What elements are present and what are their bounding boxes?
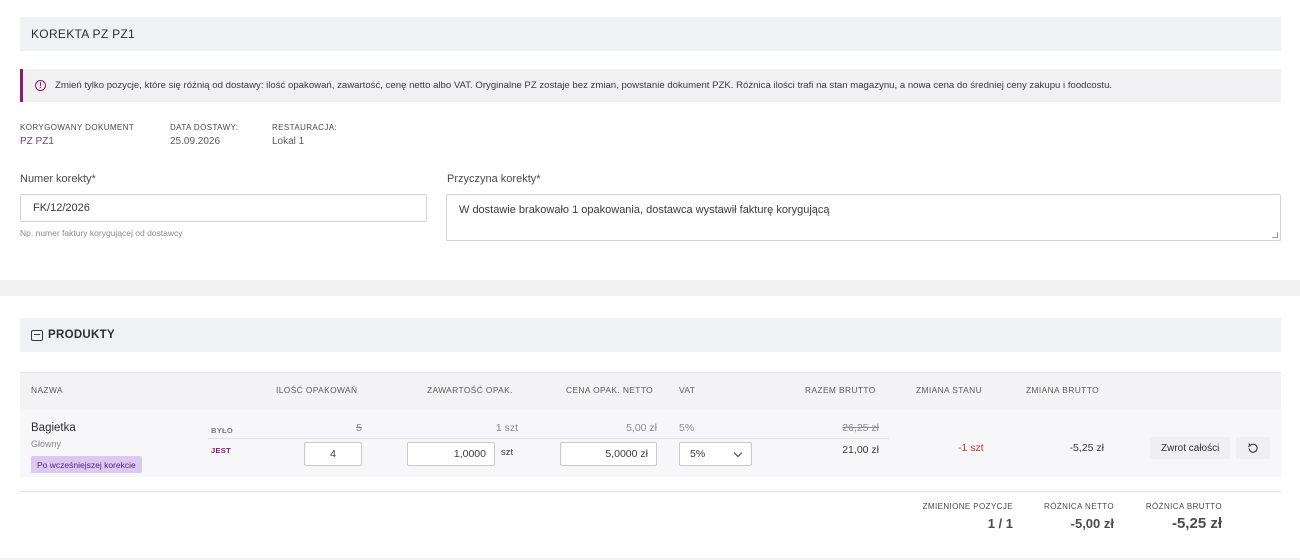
content-value: 1,0000 <box>453 448 486 460</box>
corrected-document-link[interactable]: PZ PZ1 <box>20 136 134 147</box>
notice-text: Zmień tylko pozycje, które się różnią od… <box>55 80 1113 91</box>
correction-card: KOREKTA PZ PZ1 ! Zmień tylko pozycje, kt… <box>0 0 1300 280</box>
was-gross-total: 26,25 zł <box>842 422 879 434</box>
info-icon: ! <box>35 80 46 91</box>
summary-value: 1 / 1 <box>987 516 1013 531</box>
correction-header: KOREKTA PZ PZ1 <box>20 17 1281 51</box>
summary-label: RÓŻNICA NETTO <box>1044 502 1114 511</box>
status-badge: Po wcześniejszej korekcie <box>31 456 142 473</box>
return-all-label: Zwrot całości <box>1161 442 1220 454</box>
vat-value: 5% <box>690 448 706 460</box>
product-name: Bagietka <box>31 422 76 434</box>
summary-net-difference: RÓŻNICA NETTO -5,00 zł <box>1044 502 1114 531</box>
correction-number-label: Numer korekty* <box>20 173 96 185</box>
gross-change-value: -5,25 zł <box>1069 442 1104 454</box>
col-name: NAZWA <box>31 385 63 395</box>
correction-reason-value: W dostawie brakowało 1 opakowania, dosta… <box>459 204 830 216</box>
undo-button[interactable] <box>1236 437 1270 459</box>
was-tag: BYŁO <box>211 426 234 435</box>
chevron-down-icon <box>733 448 743 457</box>
resize-handle-icon[interactable] <box>1272 232 1278 238</box>
delivery-date-value: 25.09.2026 <box>170 136 221 147</box>
net-price-value: 5,0000 zł <box>605 448 648 460</box>
meta-restaurant: RESTAURACJA: Lokal 1 <box>272 123 337 147</box>
summary-value: -5,25 zł <box>1171 515 1222 532</box>
correction-reason-textarea[interactable]: W dostawie brakowało 1 opakowania, dosta… <box>446 194 1281 241</box>
summary-changed-positions: ZMIENIONE POZYCJE 1 / 1 <box>923 502 1013 531</box>
summary-gross-difference: RÓŻNICA BRUTTO -5,25 zł <box>1146 502 1222 532</box>
info-notice: ! Zmień tylko pozycje, które się różnią … <box>20 69 1281 102</box>
col-stock-change: ZMIANA STANU <box>916 385 983 395</box>
meta-label: KORYGOWANY DOKUMENT <box>20 123 135 132</box>
summary-label: ZMIENIONE POZYCJE <box>922 502 1013 511</box>
summary-divider <box>20 491 1281 492</box>
content-input[interactable]: 1,0000 <box>407 442 495 466</box>
row-divider <box>208 438 889 439</box>
correction-number-hint: Np. numer faktury korygującej od dostawc… <box>20 228 183 238</box>
summary-value: -5,00 zł <box>1070 516 1114 531</box>
products-title: PRODUKTY <box>48 329 115 341</box>
summary-label: RÓŻNICA BRUTTO <box>1145 502 1222 511</box>
products-table-header: NAZWA ILOŚĆ OPAKOWAŃ ZAWARTOŚĆ OPAK. CEN… <box>20 372 1281 409</box>
content-unit: szt <box>501 447 514 458</box>
col-vat: VAT <box>679 385 696 395</box>
correction-number-input[interactable]: FK/12/2026 <box>20 194 427 222</box>
was-packages: 5 <box>356 422 362 434</box>
col-content: ZAWARTOŚĆ OPAK. <box>427 385 513 395</box>
meta-label: RESTAURACJA: <box>272 123 338 132</box>
was-content: 1 szt <box>495 422 518 434</box>
return-all-button[interactable]: Zwrot całości <box>1150 437 1231 459</box>
meta-label: DATA DOSTAWY: <box>170 123 239 132</box>
page-title: KOREKTA PZ PZ1 <box>31 27 136 41</box>
meta-delivery-date: DATA DOSTAWY: 25.09.2026 <box>170 123 238 147</box>
table-row: Bagietka Główny Po wcześniejszej korekci… <box>20 409 1281 477</box>
was-vat: 5% <box>679 422 695 434</box>
col-net-price: CENA OPAK. NETTO <box>566 385 654 395</box>
now-tag: JEST <box>211 446 231 455</box>
product-warehouse: Główny <box>31 439 62 449</box>
products-header: PRODUKTY <box>20 318 1281 352</box>
was-net-price: 5,00 zł <box>626 422 657 434</box>
stock-change-value: -1 szt <box>958 442 984 454</box>
vat-select[interactable]: 5% <box>679 442 752 466</box>
packages-input[interactable]: 4 <box>304 442 362 466</box>
undo-icon <box>1247 443 1258 453</box>
col-gross-total: RAZEM BRUTTO <box>805 385 876 395</box>
col-gross-change: ZMIANA BRUTTO <box>1026 385 1099 395</box>
correction-number-value: FK/12/2026 <box>33 202 90 214</box>
restaurant-value: Lokal 1 <box>272 136 305 147</box>
correction-reason-label: Przyczyna korekty* <box>447 173 541 185</box>
now-gross-total: 21,00 zł <box>842 444 879 456</box>
archive-icon <box>31 329 43 341</box>
net-price-input[interactable]: 5,0000 zł <box>560 442 657 466</box>
packages-value: 4 <box>330 448 336 460</box>
col-packages: ILOŚĆ OPAKOWAŃ <box>276 385 358 395</box>
meta-corrected-document: KORYGOWANY DOKUMENT PZ PZ1 <box>20 123 134 147</box>
